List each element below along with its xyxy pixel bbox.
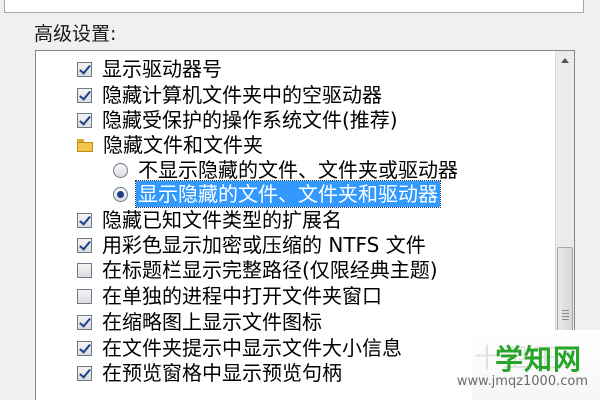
checkbox[interactable] (77, 365, 92, 381)
radio-label: 显示隐藏的文件、文件夹和驱动器 (135, 180, 441, 208)
radio-button[interactable] (113, 162, 128, 178)
list-item-label: 隐藏计算机文件夹中的空驱动器 (102, 83, 382, 107)
list-item-color-ntfs[interactable]: 用彩色显示加密或压缩的 NTFS 文件 (77, 232, 428, 258)
list-item-separate-process[interactable]: 在单独的进程中打开文件夹窗口 (77, 283, 384, 309)
checkbox[interactable] (77, 288, 92, 304)
list-item-label: 用彩色显示加密或压缩的 NTFS 文件 (102, 233, 426, 257)
list-item-label: 在预览窗格中显示预览句柄 (102, 361, 342, 385)
list-item-label: 在标题栏显示完整路径(仅限经典主题) (102, 258, 438, 282)
checkbox[interactable] (77, 87, 92, 103)
list-item-label: 在缩略图上显示文件图标 (102, 310, 322, 334)
checkbox[interactable] (77, 314, 92, 330)
list-item-label: 显示驱动器号 (102, 57, 222, 81)
list-item-label: 隐藏受保护的操作系统文件(推荐) (102, 108, 398, 132)
radio-label: 不显示隐藏的文件、文件夹或驱动器 (138, 158, 458, 182)
checkbox[interactable] (77, 262, 92, 278)
list-item-hide-protected-os-files[interactable]: 隐藏受保护的操作系统文件(推荐) (77, 107, 400, 133)
checkbox[interactable] (77, 61, 92, 77)
radio-button[interactable] (113, 186, 128, 202)
list-item-full-path-title[interactable]: 在标题栏显示完整路径(仅限经典主题) (77, 257, 440, 283)
radio-show-hidden[interactable]: 显示隐藏的文件、文件夹和驱动器 (113, 180, 441, 208)
list-item-hide-known-extensions[interactable]: 隐藏已知文件类型的扩展名 (77, 207, 344, 233)
list-item-label: 隐藏已知文件类型的扩展名 (102, 208, 342, 232)
list-item-label: 在文件夹提示中显示文件大小信息 (102, 336, 402, 360)
list-item-hide-empty-drives[interactable]: 隐藏计算机文件夹中的空驱动器 (77, 82, 384, 108)
advanced-settings-label: 高级设置: (34, 23, 117, 45)
folder-icon (77, 138, 93, 152)
list-item-label: 在单独的进程中打开文件夹窗口 (102, 284, 382, 308)
checkbox[interactable] (77, 112, 92, 128)
watermark: 十卫王 学知网 www.jmqz1000.com (457, 330, 600, 400)
checkbox[interactable] (77, 340, 92, 356)
list-group-label: 隐藏文件和文件夹 (103, 133, 263, 157)
checkbox[interactable] (77, 212, 92, 228)
grip-icon (562, 310, 569, 320)
radio-dont-show-hidden[interactable]: 不显示隐藏的文件、文件夹或驱动器 (113, 157, 460, 183)
list-item-preview-handlers[interactable]: 在预览窗格中显示预览句柄 (77, 360, 344, 386)
top-field-edge (4, 0, 584, 13)
scroll-up-arrow-icon[interactable] (556, 51, 574, 69)
watermark-url: www.jmqz1000.com (456, 374, 588, 389)
list-item-thumbnail-icons[interactable]: 在缩略图上显示文件图标 (77, 309, 324, 335)
list-group-hidden-files-and-folders: 隐藏文件和文件夹 (77, 132, 265, 158)
checkbox[interactable] (77, 237, 92, 253)
watermark-logo: 学知网 (494, 343, 582, 376)
list-item-file-size-tips[interactable]: 在文件夹提示中显示文件大小信息 (77, 335, 404, 361)
list-item-show-drive-letters[interactable]: 显示驱动器号 (77, 56, 224, 82)
